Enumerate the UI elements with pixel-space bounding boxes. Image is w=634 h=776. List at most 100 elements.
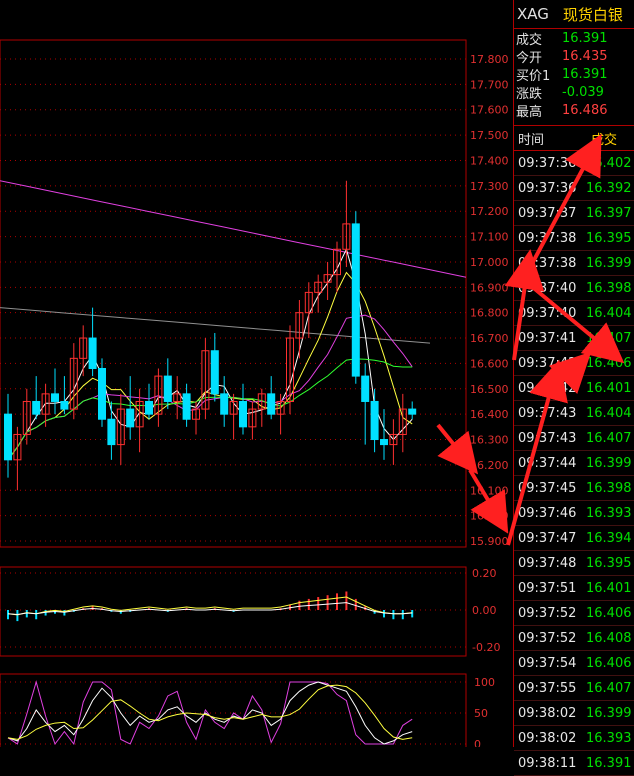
y-tick-label: 17.200 <box>470 205 509 218</box>
tick-row: 09:37:55 16.407 <box>514 676 634 701</box>
tick-time: 09:37:52 <box>518 605 577 621</box>
y-tick-label: 16.300 <box>470 434 509 447</box>
tick-time: 09:38:11 <box>518 755 577 771</box>
y-tick-label: 16.200 <box>470 459 509 472</box>
tick-price: 16.401 <box>586 380 632 396</box>
tick-time: 09:37:48 <box>518 555 577 571</box>
price-header: 成交 <box>590 132 617 148</box>
tick-row: 09:37:42 16.406 <box>514 351 634 376</box>
tick-row: 09:37:52 16.406 <box>514 601 634 626</box>
time-header: 时间 <box>518 132 545 148</box>
price-axis: 17.800 17.700 17.600 17.500 17.400 17.300 17.2… <box>470 53 509 548</box>
main-frame <box>0 39 467 548</box>
quote-value: 16.391 <box>562 66 608 82</box>
candle-body <box>163 375 172 402</box>
tick-price: 16.407 <box>586 430 632 446</box>
quote-row: 成交 16.391 <box>514 29 634 48</box>
tick-row: 09:37:43 16.404 <box>514 401 634 426</box>
tick-row: 09:37:38 16.395 <box>514 226 634 251</box>
quote-label: 今开 <box>516 50 543 66</box>
tick-row: 09:37:36 16.392 <box>514 176 634 201</box>
tick-row: 09:37:48 16.395 <box>514 551 634 576</box>
candle-body <box>361 375 370 402</box>
tick-price: 16.395 <box>586 230 632 246</box>
tick-row: 09:37:40 16.404 <box>514 301 634 326</box>
tick-row: 09:37:43 16.407 <box>514 426 634 451</box>
macd-dif-line <box>7 596 413 616</box>
ma-line <box>7 247 413 461</box>
panel-header: XAG 现货白银 <box>514 0 634 29</box>
moving-average-lines <box>0 180 467 461</box>
tick-row: 09:38:02 16.393 <box>514 726 634 751</box>
tick-price: 16.397 <box>586 205 632 221</box>
tick-time: 09:37:52 <box>518 630 577 646</box>
tick-price: 16.406 <box>586 355 632 371</box>
tick-price: 16.393 <box>586 505 632 521</box>
quote-value: 16.435 <box>562 48 608 64</box>
candle-body <box>126 408 135 428</box>
tick-time: 09:37:46 <box>518 505 577 521</box>
tick-table[interactable]: 09:37:36 16.402 09:37:36 16.392 09:37:37 16.3… <box>514 151 634 776</box>
y-tick-label: 16.900 <box>470 281 509 294</box>
tick-time: 09:37:38 <box>518 255 577 271</box>
y-tick-label: 100 <box>474 676 495 689</box>
y-tick-label: 16.500 <box>470 383 509 396</box>
quote-label: 涨跌 <box>516 86 543 102</box>
y-tick-label: 17.700 <box>470 78 509 91</box>
quote-row: 最高 16.486 <box>514 101 634 120</box>
tick-price: 16.402 <box>586 155 632 171</box>
macd-panel: 0.20 0.00 -0.20 <box>0 566 500 657</box>
y-tick-label: -0.20 <box>472 641 500 654</box>
ma-line <box>7 271 413 461</box>
candle-body <box>32 400 41 415</box>
tick-row: 09:37:47 16.394 <box>514 526 634 551</box>
ma-line <box>0 180 467 278</box>
candle-body <box>351 223 360 377</box>
tick-time: 09:37:41 <box>518 330 577 346</box>
tick-time: 09:37:40 <box>518 305 577 321</box>
quote-list: 成交 16.391 今开 16.435 买价1 16.391 涨跌 -0.039 最高 16.48… <box>514 29 634 120</box>
tick-time: 09:37:42 <box>518 380 577 396</box>
tick-time: 09:37:43 <box>518 405 577 421</box>
y-tick-label: 0 <box>474 738 481 747</box>
macd-dea-line <box>7 602 413 615</box>
tick-row: 09:37:45 16.398 <box>514 476 634 501</box>
tick-row: 09:37:54 16.406 <box>514 651 634 676</box>
y-tick-label: 16.700 <box>470 332 509 345</box>
tick-time: 09:37:45 <box>518 480 577 496</box>
tick-price: 16.408 <box>586 630 632 646</box>
quote-label: 成交 <box>516 32 543 48</box>
tick-price: 16.398 <box>586 480 632 496</box>
tick-time: 09:37:43 <box>518 430 577 446</box>
candlestick-chart: 17.800 17.700 17.600 17.500 17.400 17.300 17.2… <box>0 39 509 747</box>
candle-body <box>145 400 153 415</box>
main-grid <box>0 39 467 548</box>
quote-label: 买价1 <box>516 68 551 84</box>
symbol-code: XAG <box>517 5 549 23</box>
tick-row: 09:37:40 16.398 <box>514 276 634 301</box>
tick-price: 16.401 <box>586 580 632 596</box>
kdj-frame <box>0 673 467 747</box>
tick-row: 09:37:44 16.399 <box>514 451 634 476</box>
tick-row: 09:37:37 16.397 <box>514 201 634 226</box>
y-tick-label: 17.000 <box>470 256 509 269</box>
y-tick-label: 16.100 <box>470 484 509 497</box>
y-tick-label: 16.400 <box>470 408 509 421</box>
y-tick-label: 0.00 <box>472 604 497 617</box>
candle-body <box>267 393 276 415</box>
candle-body <box>107 418 116 446</box>
tick-row: 09:38:11 16.391 <box>514 751 634 776</box>
tick-time: 09:37:51 <box>518 580 577 596</box>
tick-price: 16.391 <box>586 755 632 771</box>
candle-body <box>4 413 12 461</box>
quote-row: 今开 16.435 <box>514 47 634 66</box>
tick-time: 09:37:36 <box>518 155 577 171</box>
tick-time: 09:37:37 <box>518 205 577 221</box>
tick-time: 09:37:55 <box>518 680 577 696</box>
tick-row: 09:37:36 16.402 <box>514 151 634 176</box>
kdj-panel: 100 50 0 <box>0 673 495 747</box>
candle-body <box>210 350 219 395</box>
quote-value: 16.486 <box>562 102 608 118</box>
tick-price: 16.407 <box>586 330 632 346</box>
tick-price: 16.398 <box>586 280 632 296</box>
